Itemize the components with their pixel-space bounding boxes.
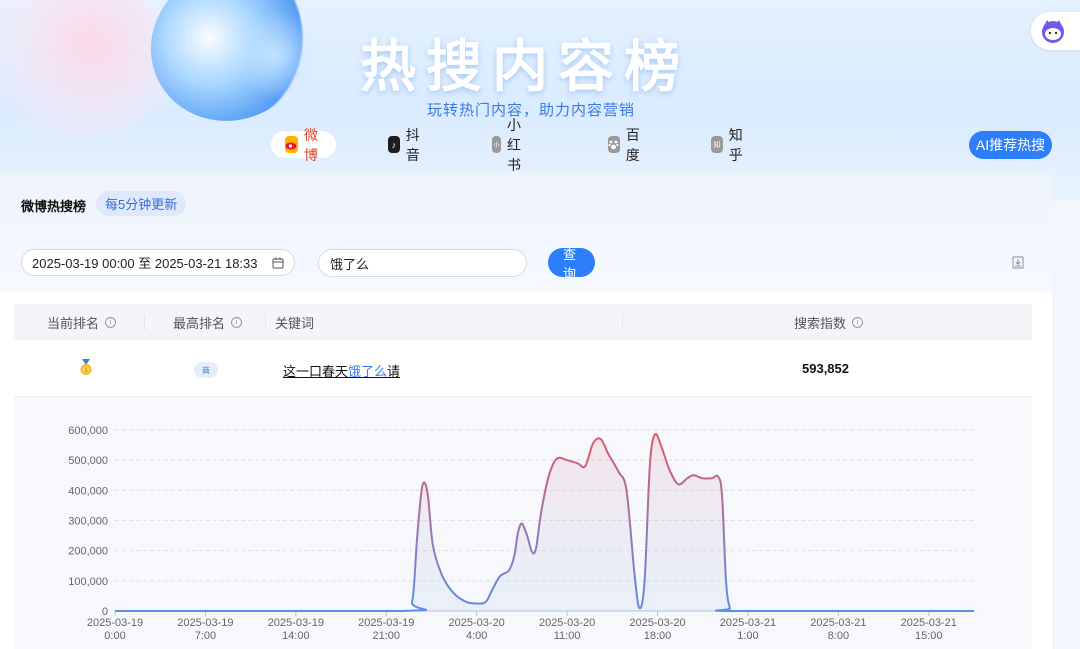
table-header: 当前排名 i 最高排名 i 关键词 搜索指数 i [14,304,1032,340]
decorative-blob [230,10,320,100]
trend-chart-svg: 0100,000200,000300,000400,000500,000600,… [68,425,974,642]
x-tick-label: 2025-03-20 [449,617,505,629]
x-tick-label: 2025-03-20 [539,617,595,629]
tab-zhihu[interactable]: 知 知乎 [711,127,748,163]
info-icon[interactable]: i [852,316,864,328]
y-tick-label: 500,000 [68,455,108,467]
x-tick-label: 15:00 [915,630,943,642]
hot-search-panel: 微博热搜榜 每5分钟更新 2025-03-19 00:00 至 2025-03-… [0,172,1052,649]
x-tick-label: 21:00 [372,630,400,642]
ai-recommend-button[interactable]: AI推荐热搜 [969,131,1052,159]
column-best-rank[interactable]: 最高排名 i [173,304,243,340]
assistant-avatar[interactable] [1031,12,1080,50]
download-icon[interactable] [1012,256,1024,269]
tab-douyin[interactable]: ♪ 抖音 [388,127,425,163]
x-tick-label: 4:00 [466,630,487,642]
x-tick-label: 2025-03-19 [177,617,233,629]
tab-weibo[interactable]: 微博 [271,127,336,163]
x-tick-label: 1:00 [737,630,758,642]
baidu-icon [608,136,620,153]
y-tick-label: 400,000 [68,485,108,497]
table-row[interactable]: 1 商 这一口春天饿了么请 593,852 [14,340,1032,397]
keyword-text: 这一口春天 [283,364,349,379]
date-range-picker[interactable]: 2025-03-19 00:00 至 2025-03-21 18:33 [21,249,295,276]
trend-chart: 0 100,000 200,000 300,000 400,000 500,000 600,… [14,397,1032,649]
panel-header: 微博热搜榜 每5分钟更新 2025-03-19 00:00 至 2025-03-… [0,172,1052,292]
tab-label: 小红书 [506,116,521,173]
tab-xiaohongshu[interactable]: 小 小红书 [492,117,529,173]
gold-medal-icon: 1 [80,359,92,375]
column-divider [144,314,145,330]
x-tick-label: 2025-03-19 [268,617,324,629]
douyin-icon: ♪ [388,136,400,153]
search-index-value: 593,852 [802,361,849,376]
info-icon[interactable]: i [105,316,117,328]
column-search-index[interactable]: 搜索指数 i [794,304,864,340]
x-tick-label: 11:00 [554,630,581,642]
hero-banner: 热搜内容榜 玩转热门内容，助力内容营销 [0,0,1080,200]
calendar-icon [272,257,284,269]
tab-label: 知乎 [728,126,743,163]
cat-mascot-icon [1042,20,1064,43]
column-label: 当前排名 [47,315,100,331]
y-tick-label: 300,000 [68,516,108,528]
x-tick-label: 14:00 [282,630,310,642]
tab-label: 百度 [625,126,640,163]
tab-label: 抖音 [405,126,420,163]
column-keyword: 关键词 [275,304,314,340]
query-button[interactable]: 查 询 [548,247,595,281]
x-tick-label: 2025-03-19 [358,617,414,629]
date-range-value: 2025-03-19 00:00 至 2025-03-21 18:33 [32,256,258,271]
xiaohongshu-icon: 小 [492,136,501,153]
column-label: 关键词 [275,315,315,331]
keyword-text: 请 [387,364,401,379]
x-tick-label: 2025-03-21 [901,617,957,629]
keyword-highlight: 饿了么 [348,364,388,379]
x-tick-label: 2025-03-19 [87,617,143,629]
column-label: 搜索指数 [794,315,847,331]
tab-label: 微博 [304,126,318,163]
column-divider [622,314,623,330]
info-icon[interactable]: i [231,316,243,328]
keyword-search-input[interactable] [318,249,527,277]
svg-text:1: 1 [84,367,88,374]
page-title: 热搜内容榜 [360,35,690,100]
x-tick-label: 2025-03-20 [629,617,685,629]
page-subtitle: 玩转热门内容，助力内容营销 [427,102,636,119]
y-tick-label: 600,000 [68,425,108,437]
column-current-rank[interactable]: 当前排名 i [47,304,117,340]
column-label: 最高排名 [173,315,226,331]
zhihu-icon: 知 [711,136,723,153]
x-tick-label: 18:00 [644,630,672,642]
x-tick-label: 2025-03-21 [720,617,776,629]
update-frequency-badge: 每5分钟更新 [96,191,187,216]
x-tick-label: 8:00 [828,630,849,642]
weibo-icon [285,136,298,153]
y-tick-label: 200,000 [68,546,108,558]
panel-title: 微博热搜榜 [21,199,87,214]
x-tick-label: 2025-03-21 [810,617,866,629]
x-tick-label: 7:00 [195,630,216,642]
column-divider [265,314,266,330]
commercial-tag: 商 [194,362,218,378]
y-tick-label: 100,000 [68,576,108,588]
x-tick-label: 0:00 [104,630,125,642]
tab-baidu[interactable]: 百度 [608,127,645,163]
keyword-link[interactable]: 这一口春天饿了么请 [283,361,400,380]
